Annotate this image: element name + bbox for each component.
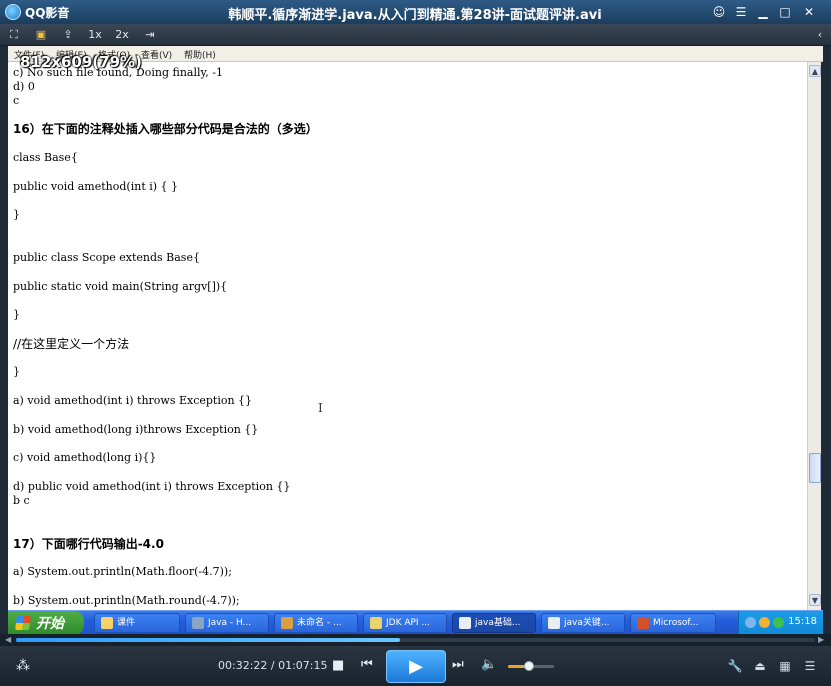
doc-line: public class Scope extends Base{ xyxy=(13,251,200,264)
task-java-keywords[interactable]: java关键... xyxy=(541,613,625,633)
scroll-thumb[interactable] xyxy=(809,453,821,483)
volume-knob[interactable] xyxy=(523,661,534,671)
stop-icon[interactable]: ■ xyxy=(332,658,344,673)
task-microsoft[interactable]: Microsof... xyxy=(630,613,716,633)
option-a: a) void amethod(int i) throws Exception … xyxy=(13,394,253,407)
player-controls: ⁂ 00:32:22 / 01:07:15 ■ ⏮ ▶ ⏭ 🔈 🔧 ⏏ ▦ ☰ xyxy=(0,646,831,686)
playback-time: 00:32:22 / 01:07:15 xyxy=(218,659,328,672)
maximize-icon[interactable]: □ xyxy=(777,4,793,20)
seek-forward-icon[interactable]: ▶ xyxy=(818,635,824,644)
menu-icon[interactable]: ☰ xyxy=(733,4,749,20)
question-16-heading: 16）在下面的注释处插入哪些部分代码是合法的（多选） xyxy=(13,122,318,136)
task-label: 未命名 - ... xyxy=(297,618,342,628)
player-toolbar: ⛶ ▣ ⇪ 1x 2x ⇥ ‹ xyxy=(0,24,831,46)
seek-bar[interactable]: ◀ ▶ xyxy=(0,634,831,646)
notepad-icon xyxy=(459,617,471,629)
option-d: d) public void amethod(int i) throws Exc… xyxy=(13,480,291,493)
eject-icon[interactable]: ⏏ xyxy=(752,658,768,674)
folder-icon xyxy=(101,617,113,629)
task-label: java基础... xyxy=(475,618,521,628)
notepad-icon xyxy=(548,617,560,629)
text-cursor-icon: I xyxy=(318,401,323,415)
doc-line: c xyxy=(13,94,20,107)
close-icon[interactable]: ✕ xyxy=(801,4,817,20)
app-name: QQ影音 xyxy=(25,6,70,20)
option-c: c) void amethod(long i){} xyxy=(13,451,157,464)
qq-player-logo-icon[interactable] xyxy=(5,4,21,20)
screenshot-icon[interactable]: ▣ xyxy=(33,27,49,43)
doc-comment-line: //在这里定义一个方法 xyxy=(13,337,130,351)
volume-slider[interactable] xyxy=(508,661,554,671)
doc-line: public static void main(String argv[]){ xyxy=(13,280,228,293)
task-label: JDK API ... xyxy=(386,618,431,628)
next-icon[interactable]: ⏭ xyxy=(452,657,464,672)
option-b: b) System.out.println(Math.round(-4.7)); xyxy=(13,594,240,607)
player-title-bar: QQ影音 韩顺平.循序渐进学.java.从入门到精通.第28讲-面试题评讲.av… xyxy=(0,0,831,24)
task-label: Microsof... xyxy=(653,618,699,628)
scroll-down-icon[interactable]: ▼ xyxy=(809,594,821,606)
doc-line: } xyxy=(13,365,20,378)
skin-icon[interactable]: ▦ xyxy=(777,658,793,674)
pin-icon[interactable]: ⇥ xyxy=(142,27,158,43)
window-title: 韩顺平.循序渐进学.java.从入门到精通.第28讲-面试题评讲.avi xyxy=(228,8,602,23)
windows-taskbar: 开始 课件 Java - H... 未命名 - ... JDK API ... … xyxy=(8,610,823,635)
speed-1x-button[interactable]: 1x xyxy=(86,27,104,43)
task-untitled-paint[interactable]: 未命名 - ... xyxy=(274,613,358,633)
task-label: java关键... xyxy=(564,618,610,628)
seek-back-icon[interactable]: ◀ xyxy=(5,635,11,644)
tray-qq-icon[interactable] xyxy=(759,617,770,628)
video-size-overlay: 812x609(79%) xyxy=(20,53,142,71)
doc-line: } xyxy=(13,208,20,221)
windows-logo-icon xyxy=(15,616,31,630)
minimize-icon[interactable]: ▁ xyxy=(755,4,771,20)
menu-view[interactable]: 查看(V) xyxy=(141,48,172,61)
start-label: 开始 xyxy=(36,616,64,632)
tray-arrow-icon[interactable] xyxy=(745,617,756,628)
start-button[interactable]: 开始 xyxy=(8,611,84,635)
fullscreen-icon[interactable]: ⛶ xyxy=(6,27,22,43)
speed-2x-button[interactable]: 2x xyxy=(113,27,131,43)
system-tray: 15:18 xyxy=(738,611,823,635)
footprint-icon[interactable]: ⁂ xyxy=(16,658,30,674)
scroll-up-icon[interactable]: ▲ xyxy=(809,65,821,77)
previous-icon[interactable]: ⏮ xyxy=(361,657,373,672)
answer-line: b c xyxy=(13,494,30,507)
collapse-arrow-icon[interactable]: ‹ xyxy=(812,27,828,43)
play-button[interactable]: ▶ xyxy=(386,650,446,683)
doc-line: public void amethod(int i) { } xyxy=(13,180,179,193)
seek-progress xyxy=(16,638,401,642)
volume-icon[interactable]: 🔈 xyxy=(481,657,497,672)
doc-line: d) 0 xyxy=(13,80,35,93)
doc-line: } xyxy=(13,308,20,321)
option-a: a) System.out.println(Math.floor(-4.7)); xyxy=(13,565,232,578)
doc-line: class Base{ xyxy=(13,151,78,164)
taskbar-clock: 15:18 xyxy=(788,616,817,627)
help-book-icon xyxy=(370,617,382,629)
paint-icon xyxy=(281,617,293,629)
task-java-basics[interactable]: java基础... xyxy=(452,613,536,633)
chat-icon[interactable]: ☺ xyxy=(711,4,727,20)
tray-app-icon[interactable] xyxy=(773,617,784,628)
app-icon xyxy=(192,617,204,629)
task-courseware[interactable]: 课件 xyxy=(94,613,180,633)
task-label: Java - H... xyxy=(208,618,252,628)
menu-help[interactable]: 帮助(H) xyxy=(184,48,216,61)
question-17-heading: 17）下面哪行代码输出-4.0 xyxy=(13,537,164,551)
task-label: 课件 xyxy=(117,618,136,628)
document-scrollbar[interactable]: ▲ ▼ xyxy=(807,62,821,610)
seek-track[interactable] xyxy=(16,638,815,642)
option-b: b) void amethod(long i)throws Exception … xyxy=(13,423,259,436)
playlist-icon[interactable]: ☰ xyxy=(802,658,818,674)
task-java-h[interactable]: Java - H... xyxy=(185,613,269,633)
export-icon[interactable]: ⇪ xyxy=(60,27,76,43)
task-jdk-api[interactable]: JDK API ... xyxy=(363,613,447,633)
document-text-area[interactable]: c) No such file found, Doing finally, -1… xyxy=(8,62,807,610)
powerpoint-icon xyxy=(637,617,649,629)
tools-icon[interactable]: 🔧 xyxy=(727,658,743,674)
